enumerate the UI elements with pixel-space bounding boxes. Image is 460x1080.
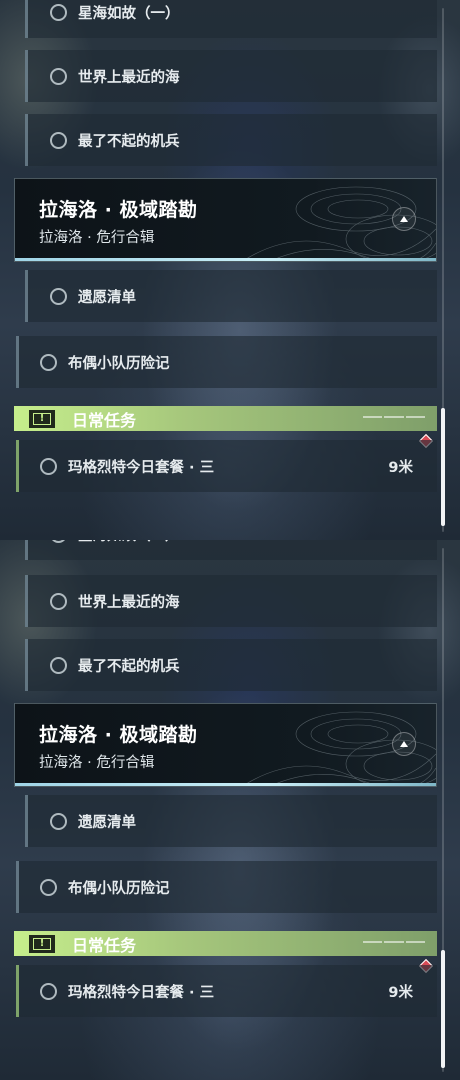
status-circle-icon [50, 3, 67, 21]
daily-quest-item[interactable]: 玛格烈特今日套餐 · 三 9米 [16, 440, 437, 492]
quest-label: 世界上最近的海 [78, 594, 180, 611]
quest-label: 最了不起的机兵 [78, 133, 180, 150]
quest-item[interactable]: 最了不起的机兵 [25, 639, 437, 691]
status-circle-icon [50, 67, 67, 85]
daily-quests-header[interactable]: ! 日常任务 [14, 931, 437, 956]
quest-label: 遗愿清单 [78, 814, 136, 831]
quest-list-panel: 星海如故（一） 世界上最近的海 最了不起的机兵 拉海洛 · 极域踏勘 拉海洛 ·… [0, 0, 460, 540]
chapter-header[interactable]: 拉海洛 · 极域踏勘 拉海洛 · 危行合辑 [14, 703, 437, 787]
header-decoration [363, 941, 425, 945]
chevron-up-icon[interactable] [392, 732, 416, 756]
quest-label: 世界上最近的海 [78, 69, 180, 86]
quest-label: 布偶小队历险记 [68, 880, 170, 897]
status-circle-icon [50, 812, 67, 830]
quest-item[interactable]: 遗愿清单 [25, 270, 437, 322]
daily-quest-item[interactable]: 玛格烈特今日套餐 · 三 9米 [16, 965, 437, 1017]
header-decoration [363, 416, 425, 420]
status-circle-icon [40, 353, 57, 371]
status-circle-icon [50, 287, 67, 305]
quest-item[interactable]: 布偶小队历险记 [16, 861, 437, 913]
status-circle-icon [50, 131, 67, 149]
chevron-up-icon[interactable] [392, 207, 416, 231]
quest-item[interactable]: 布偶小队历险记 [16, 336, 437, 388]
exclamation-icon: ! [29, 934, 55, 953]
status-circle-icon [50, 540, 67, 543]
quest-label: 星海如故（一） [78, 5, 180, 22]
scrollbar-thumb[interactable] [441, 408, 445, 526]
status-circle-icon [50, 592, 67, 610]
status-circle-icon [40, 982, 57, 1000]
quest-list-panel: 星海如故（一） 世界上最近的海 最了不起的机兵 拉海洛 · 极域踏勘 拉海洛 ·… [0, 540, 460, 1080]
chapter-subtitle: 拉海洛 · 危行合辑 [39, 230, 155, 246]
quest-label: 玛格烈特今日套餐 · 三 [68, 459, 215, 476]
chapter-title: 拉海洛 · 极域踏勘 [39, 724, 198, 746]
quest-label: 遗愿清单 [78, 289, 136, 306]
quest-label: 玛格烈特今日套餐 · 三 [68, 984, 215, 1001]
quest-label: 最了不起的机兵 [78, 658, 180, 675]
status-circle-icon [40, 878, 57, 896]
quest-distance: 9米 [388, 459, 413, 476]
chapter-subtitle: 拉海洛 · 危行合辑 [39, 755, 155, 771]
chapter-underline [15, 783, 436, 786]
quest-label: 布偶小队历险记 [68, 355, 170, 372]
chapter-underline [15, 258, 436, 261]
chapter-title: 拉海洛 · 极域踏勘 [39, 199, 198, 221]
exclamation-icon: ! [29, 409, 55, 428]
quest-item[interactable]: 遗愿清单 [25, 795, 437, 847]
status-circle-icon [40, 457, 57, 475]
chapter-header[interactable]: 拉海洛 · 极域踏勘 拉海洛 · 危行合辑 [14, 178, 437, 262]
daily-quests-title: 日常任务 [72, 935, 137, 955]
status-circle-icon [50, 656, 67, 674]
quest-item[interactable]: 世界上最近的海 [25, 575, 437, 627]
quest-item[interactable]: 星海如故（一） [25, 0, 437, 38]
quest-label: 星海如故（一） [78, 540, 180, 545]
quest-distance: 9米 [388, 984, 413, 1001]
quest-item[interactable]: 星海如故（一） [25, 540, 437, 560]
quest-item[interactable]: 世界上最近的海 [25, 50, 437, 102]
scrollbar-thumb[interactable] [441, 950, 445, 1068]
daily-quests-header[interactable]: ! 日常任务 [14, 406, 437, 431]
daily-quests-title: 日常任务 [72, 410, 137, 430]
quest-item[interactable]: 最了不起的机兵 [25, 114, 437, 166]
